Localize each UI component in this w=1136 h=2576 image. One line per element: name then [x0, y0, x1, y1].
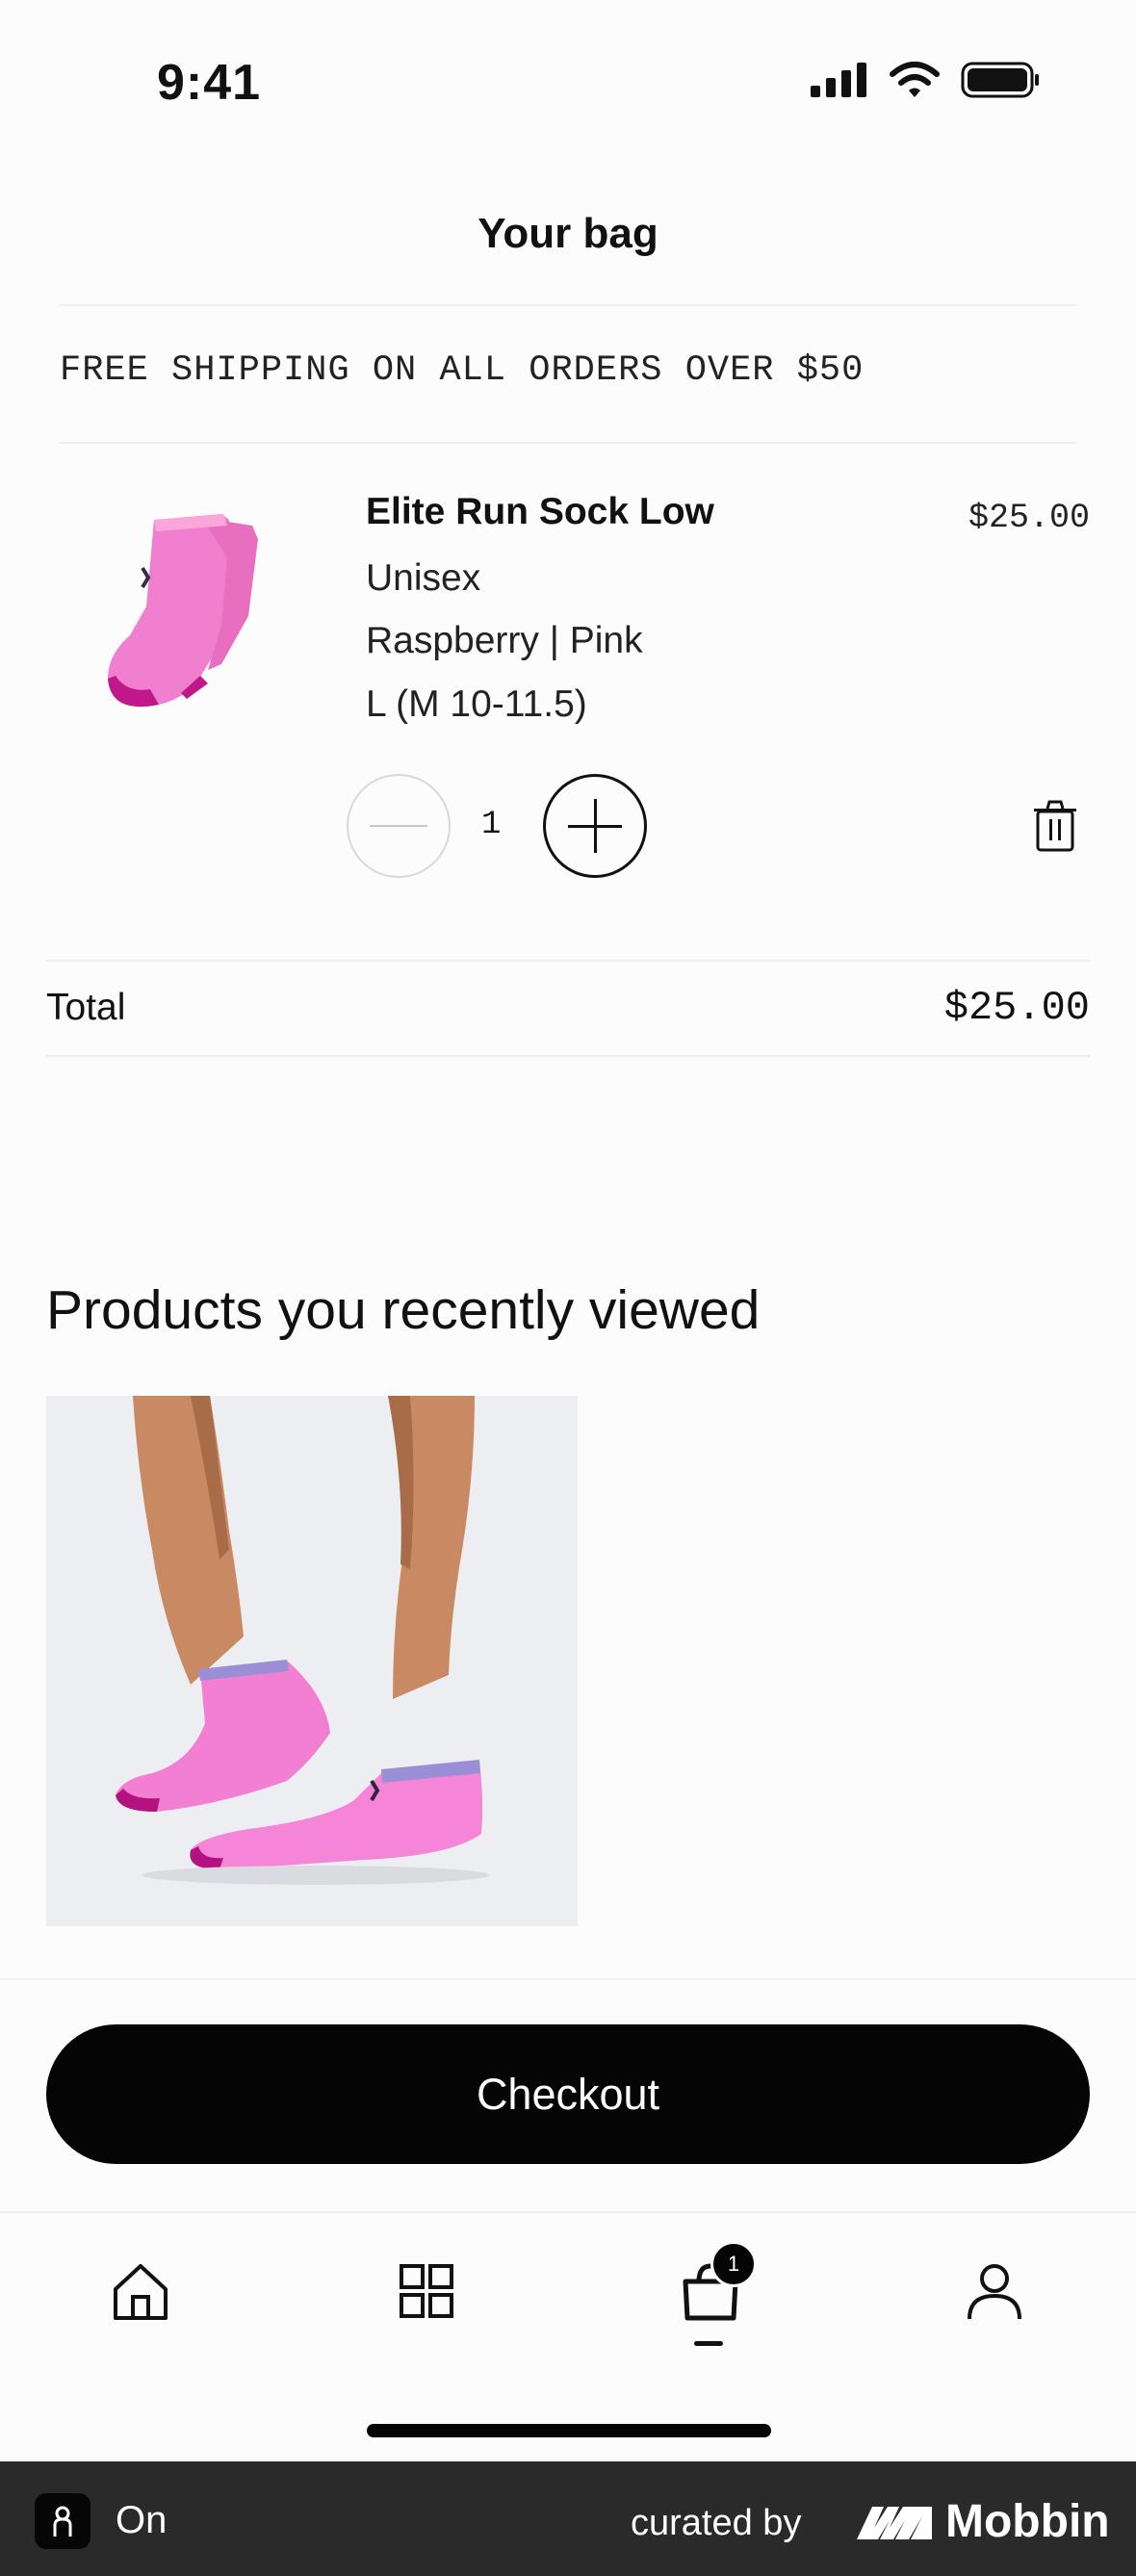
- footer-app-name: On: [116, 2499, 168, 2541]
- total-label: Total: [46, 987, 126, 1028]
- active-tab-indicator: [694, 2341, 723, 2346]
- profile-icon: [968, 2264, 1021, 2320]
- status-icons: [811, 62, 1040, 98]
- cart-item-name[interactable]: Elite Run Sock Low: [366, 491, 714, 533]
- trash-icon: [1034, 800, 1076, 852]
- mobbin-brand: Mobbin: [855, 2495, 1110, 2548]
- status-time: 9:41: [157, 55, 262, 111]
- recently-viewed-product-card[interactable]: [46, 1396, 578, 1926]
- home-icon: [114, 2264, 168, 2320]
- tab-browse[interactable]: [388, 2253, 465, 2330]
- checkout-button[interactable]: Checkout: [46, 2024, 1090, 2164]
- cart-item-color: Raspberry | Pink: [366, 620, 643, 661]
- cart-item-image[interactable]: [87, 501, 298, 712]
- on-logo-icon: [53, 2506, 72, 2537]
- battery-icon: [961, 62, 1039, 98]
- bag-count-badge: 1: [710, 2241, 757, 2287]
- plus-icon: [568, 799, 622, 853]
- recently-viewed-title: Products you recently viewed: [46, 1279, 761, 1341]
- mobbin-logo-icon: [857, 2506, 932, 2539]
- page-title: Your bag: [478, 210, 658, 257]
- quantity-value: 1: [481, 807, 502, 843]
- header-divider: [60, 304, 1076, 306]
- wifi-icon: [890, 62, 940, 97]
- minus-icon: [370, 825, 427, 827]
- status-bar: 9:41: [0, 0, 1136, 164]
- footer-curated-by: curated by: [631, 2503, 802, 2543]
- total-bottom-divider: [46, 1055, 1090, 1057]
- cart-item-gender: Unisex: [366, 557, 481, 599]
- home-indicator[interactable]: [367, 2424, 771, 2437]
- on-app-logo: [35, 2493, 90, 2549]
- increase-quantity-button[interactable]: [543, 774, 647, 878]
- total-value: $25.00: [943, 985, 1090, 1031]
- tab-profile[interactable]: [956, 2253, 1033, 2330]
- promo-divider: [60, 442, 1076, 444]
- total-top-divider: [46, 960, 1090, 962]
- cart-item-price: $25.00: [968, 499, 1090, 537]
- cart-item-size: L (M 10-11.5): [366, 683, 587, 725]
- tab-home[interactable]: [102, 2253, 179, 2330]
- remove-item-button[interactable]: [1026, 797, 1084, 855]
- grid-icon: [400, 2264, 453, 2318]
- cellular-signal-icon: [811, 63, 866, 97]
- footer-brand-name: Mobbin: [945, 2496, 1110, 2547]
- free-shipping-banner: FREE SHIPPING ON ALL ORDERS OVER $50: [60, 350, 865, 391]
- decrease-quantity-button[interactable]: [347, 774, 451, 878]
